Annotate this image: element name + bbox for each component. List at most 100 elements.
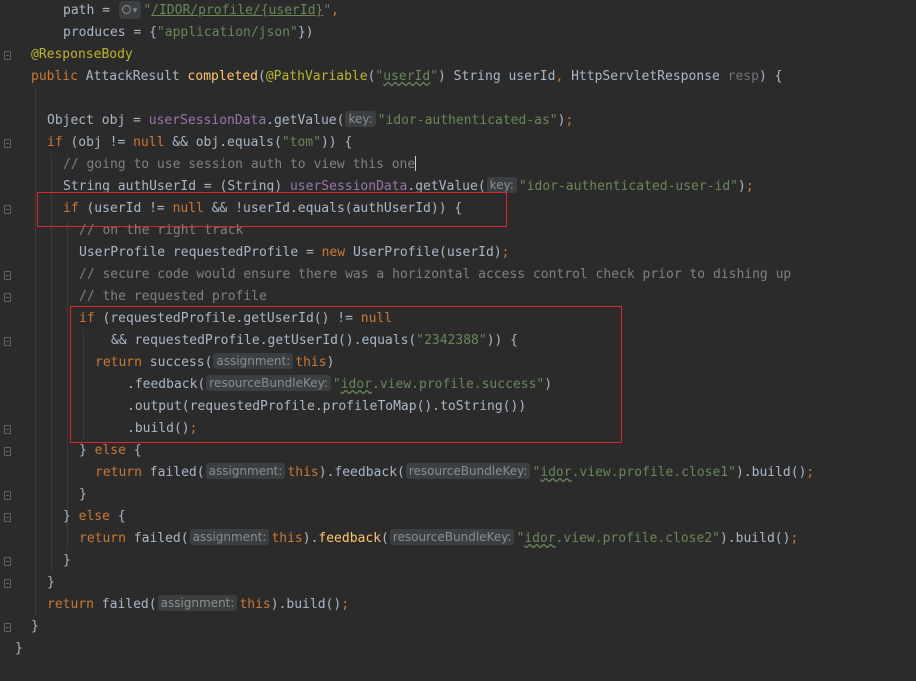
code-token: } [79,443,95,458]
parameter-hint: key: [486,177,517,193]
fold-marker-icon[interactable] [4,425,11,434]
code-token: " [323,3,332,18]
code-line[interactable]: } [47,572,55,594]
code-line[interactable]: // secure code would ensure there was a … [79,264,791,286]
code-token: .build() [127,421,190,436]
code-token: ).build() [719,531,791,546]
parameter-hint: key: [345,111,376,127]
code-line[interactable]: return success(assignment: this) [95,352,334,374]
code-token: @PathVariable [265,69,368,84]
parameter-hint: resourceBundleKey: [405,463,531,479]
indent-guide [51,154,52,572]
code-token: .getValue( [266,113,345,128]
code-token: feedback [318,531,382,546]
code-token: ) String userId [438,69,556,84]
code-line[interactable]: return failed(assignment: this).feedback(… [95,462,814,484]
fold-marker-icon[interactable] [4,271,11,280]
code-token: .view.profile.success" [372,377,545,392]
code-token: failed( [133,531,189,546]
code-line[interactable]: .build(); [127,418,197,440]
code-line[interactable]: return failed(assignment: this).feedback(… [79,528,798,550]
code-token: idor [540,465,572,480]
code-token: HttpServletResponse [571,69,728,84]
code-token: ) [544,377,553,392]
url-inlay-hint[interactable]: ▾ [118,1,142,19]
fold-marker-icon[interactable] [4,51,11,60]
code-line[interactable]: .output(requestedProfile.profileToMap().… [127,396,526,418]
code-token: "idor-authenticated-as" [377,113,558,128]
code-token: this [239,597,271,612]
code-line[interactable]: Object obj = userSessionData.getValue(ke… [47,110,573,132]
code-token: if [47,135,71,150]
code-line[interactable]: public AttackResult completed(@PathVaria… [31,66,782,88]
fold-marker-icon[interactable] [4,579,11,588]
code-token: ; [790,531,799,546]
code-token: && requestedProfile.getUserId().equals( [111,333,417,348]
fold-marker-icon[interactable] [4,623,11,632]
code-line[interactable]: // on the right track [79,220,243,242]
code-line[interactable]: } [31,616,39,638]
code-token: ; [501,245,510,260]
code-token: null [133,135,173,150]
code-token: } [47,575,55,590]
code-token: @ResponseBody [31,47,133,62]
fold-marker-icon[interactable] [4,293,11,302]
code-token: success( [149,355,213,370]
code-token: else [94,443,134,458]
code-token: // going to use session auth to view thi… [63,157,416,172]
code-token: ). [302,531,319,546]
code-token: ; [745,179,754,194]
code-token: (requestedProfile.getUserId() != [102,311,361,326]
code-line[interactable]: path = ▾ "/IDOR/profile/{userId}", [63,0,339,22]
code-token: } [63,553,71,568]
code-token: } [15,641,23,656]
code-line[interactable]: if (userId != null && !userId.equals(aut… [63,198,462,220]
code-token: failed( [149,465,205,480]
code-line[interactable]: } else { [63,506,126,528]
parameter-hint: assignment: [157,595,238,611]
code-line[interactable]: } [15,638,23,660]
parameter-hint: resourceBundleKey: [389,529,515,545]
code-line[interactable]: // the requested profile [79,286,267,308]
code-line[interactable]: && requestedProfile.getUserId().equals("… [111,330,518,352]
code-token: ; [189,421,198,436]
fold-marker-icon[interactable] [4,447,11,456]
fold-marker-icon[interactable] [4,513,11,522]
code-token: )) { [486,333,519,348]
code-line[interactable]: if (requestedProfile.getUserId() != null [79,308,392,330]
code-line[interactable]: .feedback(resourceBundleKey: "idor.view.p… [127,374,552,396]
code-token: UserProfile requestedProfile = [79,245,322,260]
parameter-hint: resourceBundleKey: [206,375,331,391]
code-line[interactable]: UserProfile requestedProfile = new UserP… [79,242,510,264]
chevron-down-icon: ▾ [132,6,138,16]
code-token: userId [383,69,431,84]
code-token: ).feedback( [318,465,405,480]
code-token: "2342388" [416,333,487,348]
fold-marker-icon[interactable] [4,205,11,214]
code-token: idor [340,377,373,392]
code-token: && !userId.equals(authUserId)) { [211,201,463,216]
code-line[interactable]: // going to use session auth to view thi… [63,154,417,176]
fold-marker-icon[interactable] [4,557,11,566]
code-line[interactable]: } [79,484,87,506]
parameter-hint: assignment: [213,353,294,369]
code-line[interactable]: produces = {"application/json"}) [63,22,313,44]
code-token: if [79,311,103,326]
code-token: (obj != [70,135,134,150]
code-line[interactable]: if (obj != null && obj.equals("tom")) { [47,132,352,154]
code-token: this [287,465,319,480]
fold-marker-icon[interactable] [4,139,11,148]
code-token: UserProfile(userId) [352,245,502,260]
code-line[interactable]: String authUserId = (String) userSession… [63,176,754,198]
code-token: "idor-authenticated-user-id" [518,179,739,194]
code-line[interactable]: return failed(assignment: this).build(); [47,594,349,616]
code-token: null [360,311,393,326]
code-line[interactable]: @ResponseBody [31,44,133,66]
code-line[interactable]: } else { [79,440,142,462]
fold-marker-icon[interactable] [4,337,11,346]
code-line[interactable]: } [63,550,71,572]
code-token: produces = { [63,25,157,40]
code-token: ) [738,179,746,194]
code-token: String authUserId = (String) [63,179,290,194]
fold-marker-icon[interactable] [4,491,11,500]
